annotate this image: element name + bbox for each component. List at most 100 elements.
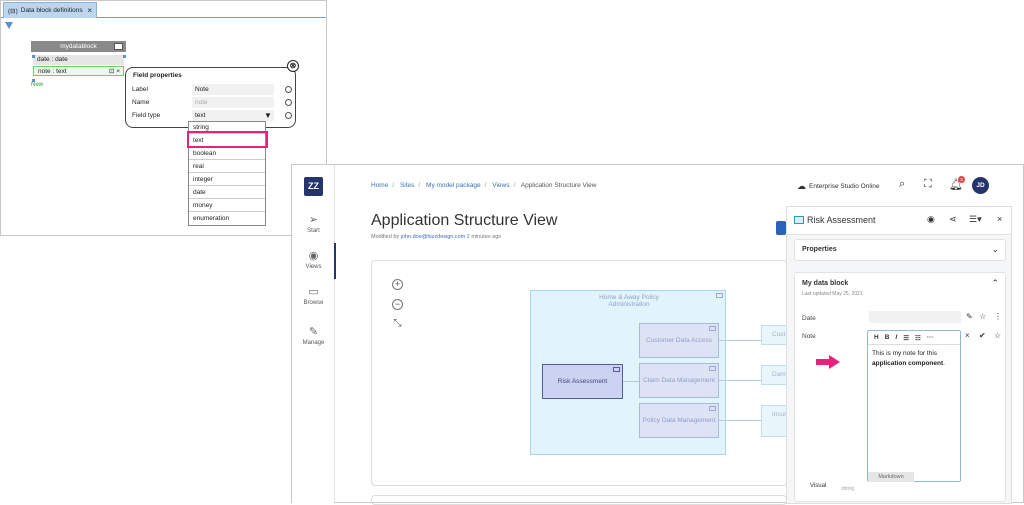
data-block-header: mydatablock — [31, 41, 126, 52]
field-row-note[interactable]: note : text ⊡ × — [33, 66, 124, 76]
selection-handle[interactable] — [32, 55, 35, 58]
window-icon — [114, 43, 123, 50]
close-icon[interactable]: ⊗ — [287, 60, 299, 72]
zoom-in-icon[interactable]: + — [392, 279, 403, 290]
numbered-list-button[interactable]: ☷ — [915, 334, 921, 342]
option-real[interactable]: real — [189, 161, 265, 173]
breadcrumb-views[interactable]: Views — [492, 182, 509, 189]
share-icon[interactable]: ⋖ — [949, 214, 957, 225]
nav-browse[interactable]: ▭ Browse — [292, 285, 335, 306]
tab-data-block-definitions[interactable]: (⊟) Data block definitions × — [3, 2, 97, 18]
chevron-up-icon[interactable]: ⌃ — [991, 278, 999, 289]
connector-line — [719, 380, 761, 381]
chevron-down-icon[interactable]: ⌄ — [991, 244, 999, 255]
component-icon — [716, 293, 723, 298]
panel-header: Risk Assessment ◉ ⋖ ☰▾ × — [787, 207, 1011, 235]
date-field[interactable] — [869, 311, 961, 323]
tab-markdown[interactable]: Markdown — [868, 472, 914, 482]
tab-visual[interactable]: Visual — [810, 483, 826, 489]
star-icon[interactable]: ☆ — [994, 331, 1001, 340]
option-date[interactable]: date — [189, 187, 265, 199]
diagram-node-risk-assessment[interactable]: Risk Assessment — [542, 364, 623, 399]
property-key: Name — [132, 99, 150, 106]
data-block-section: My data block ⌃ Last updated May 25, 202… — [794, 272, 1006, 502]
close-icon[interactable]: × — [997, 214, 1002, 224]
option-money[interactable]: money — [189, 200, 265, 212]
diagram-node-partial[interactable]: Insura — [761, 405, 790, 437]
app-logo[interactable]: ZZ — [304, 177, 323, 196]
option-boolean[interactable]: boolean — [189, 148, 265, 160]
nav-label: Start — [307, 228, 320, 234]
property-row-label: Label Note — [132, 84, 292, 96]
diagram-canvas[interactable]: + − ⤡ Home & Away Policy Administration … — [371, 260, 790, 486]
italic-button[interactable]: I — [895, 334, 897, 341]
new-field-link[interactable]: New — [31, 82, 43, 88]
tab-label: Data block definitions — [20, 7, 83, 14]
option-integer[interactable]: integer — [189, 174, 265, 186]
bold-button[interactable]: B — [885, 334, 890, 341]
modified-user-link[interactable]: john.doe@bizzdesign.com — [401, 234, 466, 240]
selected-option-highlight — [187, 131, 268, 148]
pencil-icon[interactable]: ✎ — [966, 312, 973, 321]
fit-icon[interactable]: ⤡ — [392, 319, 403, 330]
note-text[interactable]: This is my note for this application com… — [872, 349, 958, 369]
selection-handle[interactable] — [123, 55, 126, 58]
nav-start[interactable]: ➢ Start — [292, 213, 335, 234]
field-label: note : text — [38, 68, 67, 75]
label-input[interactable]: Note — [192, 84, 274, 95]
pointer-arrow-icon — [816, 355, 840, 369]
check-icon[interactable]: ✔ — [979, 331, 986, 340]
field-row-date[interactable]: date : date — [33, 55, 124, 65]
notification-badge: 3 — [958, 176, 965, 183]
properties-section[interactable]: Properties ⌄ — [794, 239, 1006, 261]
edit-delete-icon[interactable]: ⊡ × — [109, 67, 120, 77]
cancel-icon[interactable]: × — [965, 331, 970, 340]
heading-button[interactable]: H — [874, 334, 879, 341]
avatar[interactable]: JD — [972, 177, 989, 194]
fullscreen-icon[interactable]: ⛶ — [924, 178, 932, 191]
editor-toolbar: H B I ☰ ☷ ··· — [868, 331, 960, 345]
diagram-node-partial[interactable]: Dam — [761, 365, 788, 385]
cloud-icon: ☁ — [797, 181, 806, 191]
modified-info: Modified by john.doe@bizzdesign.com 2 mi… — [371, 234, 501, 240]
more-icon[interactable]: ⋮ — [994, 312, 1002, 321]
breadcrumb-package[interactable]: My model package — [426, 182, 481, 189]
eye-icon: ◉ — [308, 250, 319, 262]
close-icon[interactable]: × — [87, 6, 92, 15]
eye-icon[interactable]: ◉ — [927, 214, 935, 225]
connector-line — [623, 381, 639, 382]
reset-icon[interactable] — [285, 99, 292, 106]
modified-prefix: Modified by — [371, 234, 400, 240]
more-button[interactable]: ··· — [927, 334, 934, 341]
edit-button[interactable] — [776, 221, 786, 235]
diagram-node-customer-data[interactable]: Customer Data Access — [639, 323, 719, 358]
option-enumeration[interactable]: enumeration — [189, 213, 265, 225]
component-icon — [613, 367, 620, 372]
star-icon[interactable]: ☆ — [979, 312, 986, 321]
diagram-node-partial[interactable]: Cust — [761, 325, 788, 345]
bullet-list-button[interactable]: ☰ — [903, 334, 909, 342]
data-block[interactable]: mydatablock date : date note : text ⊡ × — [31, 41, 126, 81]
breadcrumb-sites[interactable]: Sites — [400, 182, 414, 189]
reset-icon[interactable] — [285, 112, 292, 119]
diagram-node-claim-data[interactable]: Claim Data Management — [639, 363, 719, 398]
left-navigation: ZZ ➢ Start ◉ Views ▭ Browse ✎ Manage — [292, 165, 335, 504]
page-title: Application Structure View — [371, 212, 558, 229]
note-editor[interactable]: H B I ☰ ☷ ··· This is my note for this a… — [867, 330, 961, 482]
collapse-triangle-icon[interactable] — [5, 22, 13, 29]
nav-manage[interactable]: ✎ Manage — [292, 325, 335, 346]
search-icon[interactable]: ⌕ — [899, 178, 905, 191]
folder-icon: ▭ — [308, 286, 319, 298]
connector-line — [719, 340, 761, 341]
name-input[interactable]: note — [192, 97, 274, 108]
list-menu-icon[interactable]: ☰▾ — [969, 214, 982, 225]
nav-views[interactable]: ◉ Views — [292, 249, 335, 270]
zoom-out-icon[interactable]: − — [392, 299, 403, 310]
reset-icon[interactable] — [285, 86, 292, 93]
breadcrumb-home[interactable]: Home — [371, 182, 388, 189]
section-title: Properties — [802, 246, 837, 253]
section-title: My data block — [802, 280, 849, 287]
studio-label: ☁ Enterprise Studio Online — [797, 181, 879, 192]
diagram-node-policy-data[interactable]: Policy Data Management — [639, 403, 719, 438]
fieldtype-select[interactable]: text — [192, 110, 274, 121]
